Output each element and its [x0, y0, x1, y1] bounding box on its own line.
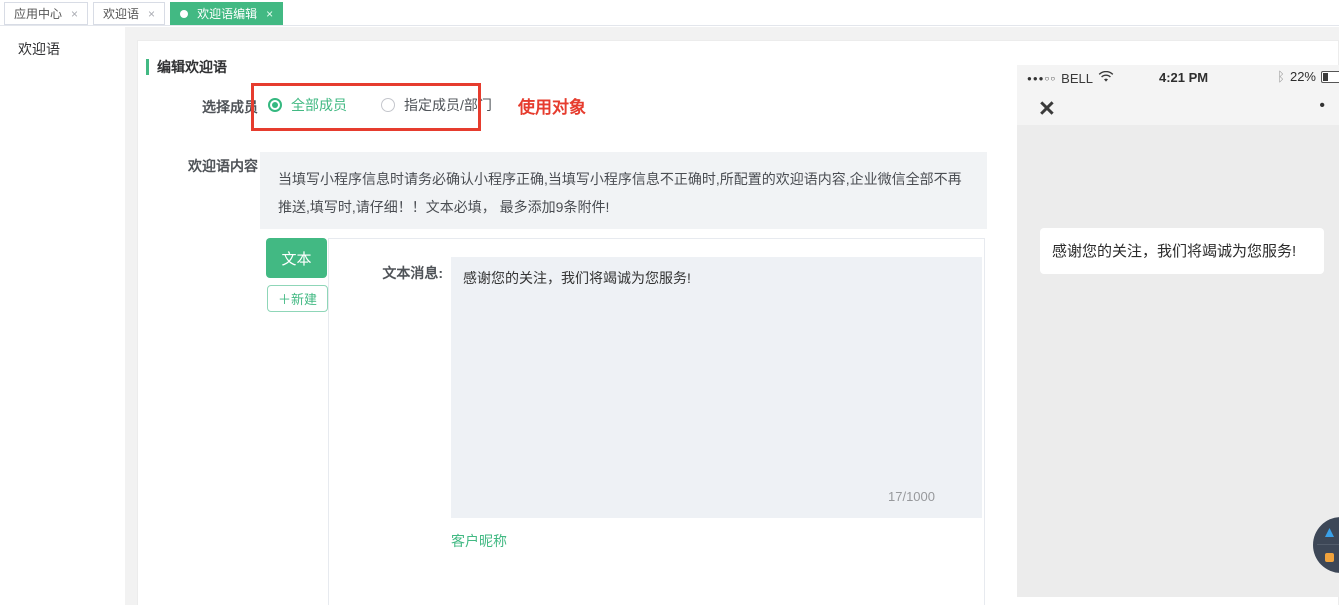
widget-bottom-icon — [1325, 553, 1334, 562]
sidebar-item-welcome[interactable]: 欢迎语 — [0, 27, 125, 59]
more-menu-icon[interactable]: • — [1319, 97, 1325, 115]
tab-bar: 应用中心 × 欢迎语 × 欢迎语编辑 × — [0, 0, 1339, 26]
chat-bubble: 感谢您的关注，我们将竭诚为您服务! — [1040, 228, 1324, 274]
wifi-icon — [1098, 71, 1114, 86]
text-message-label: 文本消息: — [323, 263, 443, 283]
member-radio-group: 全部成员 指定成员/部门 — [268, 95, 492, 115]
close-icon[interactable]: × — [266, 8, 273, 20]
close-icon[interactable]: × — [148, 8, 155, 20]
text-type-tab[interactable]: 文本 — [266, 238, 327, 278]
phone-chat-area: 感谢您的关注，我们将竭诚为您服务! — [1017, 125, 1339, 597]
sidebar: 欢迎语 — [0, 27, 125, 605]
battery-percent: 22% — [1290, 69, 1316, 84]
bluetooth-icon: ᛒ — [1277, 69, 1285, 84]
radio-checked-icon — [268, 98, 282, 112]
close-icon[interactable]: × — [1039, 92, 1055, 124]
customer-nickname-link[interactable]: 客户昵称 — [451, 531, 507, 551]
phone-status-bar: ●●●○○ BELL 4:21 PM ᛒ 22% — [1017, 65, 1339, 91]
radio-unchecked-icon — [381, 98, 395, 112]
tab-label: 应用中心 — [14, 5, 62, 22]
radio-label: 指定成员/部门 — [404, 95, 492, 115]
tab-label: 欢迎语编辑 — [197, 5, 257, 22]
message-textarea[interactable] — [451, 257, 982, 518]
status-right-group: ᛒ 22% — [1277, 69, 1339, 84]
radio-label: 全部成员 — [291, 95, 347, 115]
radio-all-members[interactable]: 全部成员 — [268, 95, 347, 115]
char-counter: 17/1000 — [888, 489, 935, 504]
section-title: 编辑欢迎语 — [157, 57, 227, 77]
tab-label: 欢迎语 — [103, 5, 139, 22]
add-new-button[interactable]: ＋新建 — [267, 285, 328, 312]
notice-box: 当填写小程序信息时请务必确认小程序正确,当填写小程序信息不正确时,所配置的欢迎语… — [260, 152, 987, 229]
clock-label: 4:21 PM — [1159, 70, 1208, 85]
section-header: 编辑欢迎语 — [146, 57, 227, 77]
phone-nav-bar: × • — [1017, 91, 1339, 125]
widget-divider — [1317, 544, 1339, 545]
tab-app-center[interactable]: 应用中心 × — [4, 2, 88, 25]
section-accent-bar — [146, 59, 149, 75]
signal-strength-icon: ●●●○○ — [1027, 74, 1056, 83]
tab-welcome-edit[interactable]: 欢迎语编辑 × — [170, 2, 283, 25]
battery-icon — [1321, 71, 1339, 83]
tab-welcome[interactable]: 欢迎语 × — [93, 2, 165, 25]
active-dot-icon — [180, 10, 188, 18]
welcome-content-label: 欢迎语内容 — [138, 156, 258, 176]
radio-specific-members[interactable]: 指定成员/部门 — [381, 95, 492, 115]
widget-top-icon — [1325, 528, 1334, 537]
app-root: 应用中心 × 欢迎语 × 欢迎语编辑 × 欢迎语 编辑欢迎语 选择成员 — [0, 0, 1339, 605]
annotation-text: 使用对象 — [518, 93, 586, 118]
member-select-label: 选择成员 — [138, 97, 258, 117]
carrier-label: BELL — [1061, 71, 1093, 86]
close-icon[interactable]: × — [71, 8, 78, 20]
phone-preview: ●●●○○ BELL 4:21 PM ᛒ 22% × • 感谢您的关注，我们将竭… — [1017, 65, 1339, 597]
